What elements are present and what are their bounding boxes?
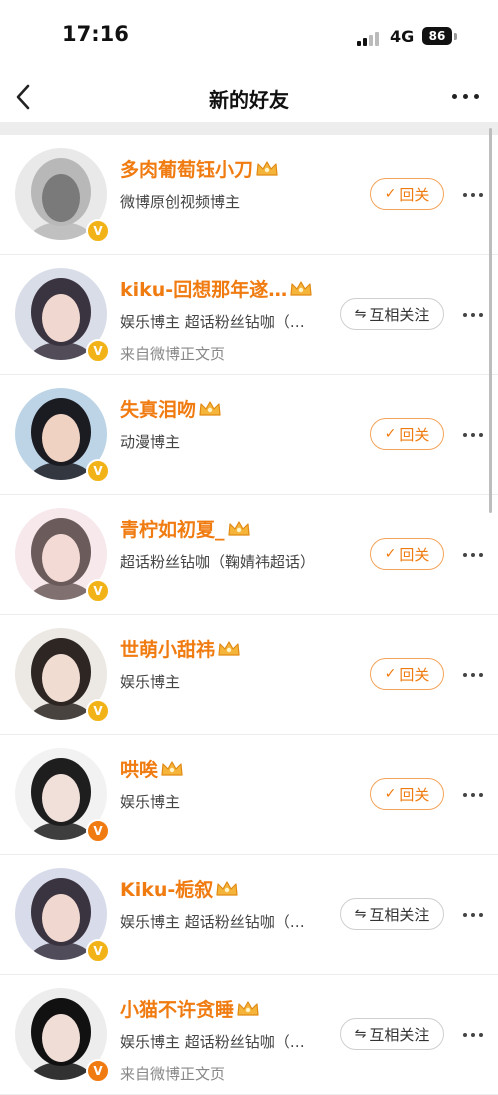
follow-source: 来自微博正文页 [120,345,226,363]
verified-badge-icon: V [86,1059,110,1083]
crown-icon [217,639,241,663]
verified-badge-icon: V [86,699,110,723]
battery-tip [454,33,457,40]
row-more-button[interactable] [461,187,485,203]
user-description: 超话粉丝钻咖（鞠婧祎超话） [120,553,316,571]
row-more-button[interactable] [461,787,485,803]
user-name[interactable]: kiku-回想那年遂… [120,279,287,301]
crown-icon [215,879,239,903]
friend-row[interactable]: V 哄唉 娱乐博主 ✓ 回关 [0,735,498,855]
battery-icon: 86 [422,27,452,45]
status-time: 17:16 [62,22,129,46]
follow-back-label: 回关 [399,185,430,204]
verified-badge-icon: V [86,339,110,363]
follow-back-button[interactable]: ✓ 回关 [370,658,444,690]
status-bar: 17:16 4G 86 [0,0,498,72]
friend-row[interactable]: V 世萌小甜祎 娱乐博主 ✓ 回关 [0,615,498,735]
user-name[interactable]: 小猫不许贪睡 [120,999,234,1021]
follow-back-button[interactable]: ✓ 回关 [370,178,444,210]
row-more-button[interactable] [461,1027,485,1043]
follow-back-label: 回关 [399,425,430,444]
follow-back-label: 回关 [399,665,430,684]
nav-bar: 新的好友 [0,72,498,122]
friend-row[interactable]: V 青柠如初夏_ 超话粉丝钻咖（鞠婧祎超话） ✓ 回关 [0,495,498,615]
check-icon: ✓ [384,786,397,802]
follow-back-label: 回关 [399,545,430,564]
user-name[interactable]: Kiku-栀叙 [120,879,213,901]
verified-badge-icon: V [86,939,110,963]
crown-icon [236,999,260,1023]
user-description: 动漫博主 [120,433,181,451]
row-more-button[interactable] [461,307,485,323]
check-icon: ✓ [384,186,397,202]
row-more-button[interactable] [461,427,485,443]
verified-badge-icon: V [86,579,110,603]
crown-icon [160,759,184,783]
mutual-follow-label: 互相关注 [369,305,430,324]
signal-icon [357,30,383,46]
row-more-button[interactable] [461,667,485,683]
crown-icon [289,279,313,303]
user-description: 娱乐博主 [120,793,181,811]
verified-badge-icon: V [86,459,110,483]
user-description: 娱乐博主 超话粉丝钻咖（… [120,1033,305,1051]
swap-arrows-icon: ⇋ [354,306,367,322]
verified-badge-icon: V [86,819,110,843]
follow-back-button[interactable]: ✓ 回关 [370,778,444,810]
verified-badge-icon: V [86,219,110,243]
friend-row[interactable]: V 多肉葡萄钰小刀 微博原创视频博主 ✓ 回关 [0,135,498,255]
user-description: 娱乐博主 超话粉丝钻咖（… [120,313,305,331]
page-title: 新的好友 [209,88,289,112]
user-description: 娱乐博主 超话粉丝钻咖（… [120,913,305,931]
scrollbar[interactable] [489,128,492,513]
mutual-follow-button[interactable]: ⇋ 互相关注 [340,1018,444,1050]
friend-row[interactable]: V 小猫不许贪睡 娱乐博主 超话粉丝钻咖（… 来自微博正文页 ⇋ 互相关注 [0,975,498,1095]
user-description: 微博原创视频博主 [120,193,241,211]
network-type: 4G [390,27,415,46]
user-name[interactable]: 多肉葡萄钰小刀 [120,159,253,181]
row-more-button[interactable] [461,547,485,563]
check-icon: ✓ [384,546,397,562]
friend-row[interactable]: V kiku-回想那年遂… 娱乐博主 超话粉丝钻咖（… 来自微博正文页 ⇋ 互相关… [0,255,498,375]
friend-list: V 多肉葡萄钰小刀 微博原创视频博主 ✓ 回关 V kiku-回想那年遂… 娱乐… [0,135,498,1095]
more-button[interactable] [446,84,486,108]
user-name[interactable]: 哄唉 [120,759,158,781]
friend-row[interactable]: V Kiku-栀叙 娱乐博主 超话粉丝钻咖（… ⇋ 互相关注 [0,855,498,975]
mutual-follow-button[interactable]: ⇋ 互相关注 [340,898,444,930]
crown-icon [227,519,251,543]
crown-icon [255,159,279,183]
row-more-button[interactable] [461,907,485,923]
user-name[interactable]: 失真泪吻 [120,399,196,421]
follow-back-label: 回关 [399,785,430,804]
user-name[interactable]: 世萌小甜祎 [120,639,215,661]
mutual-follow-label: 互相关注 [369,905,430,924]
swap-arrows-icon: ⇋ [354,906,367,922]
follow-back-button[interactable]: ✓ 回关 [370,538,444,570]
friend-row[interactable]: V 失真泪吻 动漫博主 ✓ 回关 [0,375,498,495]
user-description: 娱乐博主 [120,673,181,691]
follow-back-button[interactable]: ✓ 回关 [370,418,444,450]
check-icon: ✓ [384,666,397,682]
mutual-follow-button[interactable]: ⇋ 互相关注 [340,298,444,330]
user-name[interactable]: 青柠如初夏_ [120,519,225,541]
follow-source: 来自微博正文页 [120,1065,226,1083]
swap-arrows-icon: ⇋ [354,1026,367,1042]
section-divider [0,122,498,135]
crown-icon [198,399,222,423]
mutual-follow-label: 互相关注 [369,1025,430,1044]
check-icon: ✓ [384,426,397,442]
